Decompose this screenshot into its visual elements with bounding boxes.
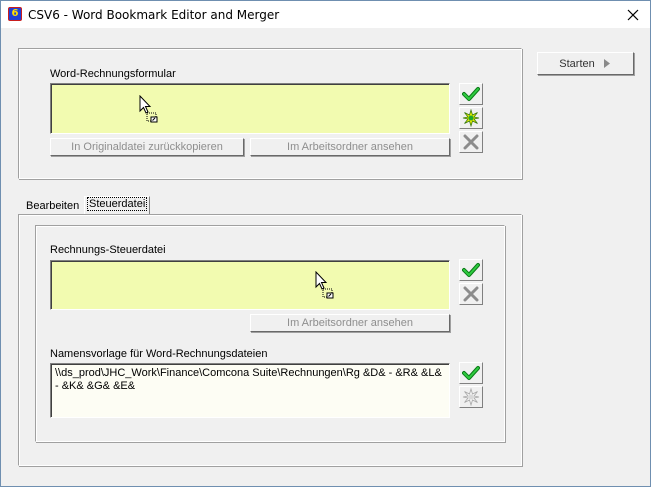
invoice-form-label: Word-Rechnungsformular xyxy=(50,68,176,80)
invoice-form-confirm-button[interactable] xyxy=(459,83,483,105)
invoice-form-new-button[interactable] xyxy=(459,107,483,129)
control-file-confirm-button[interactable] xyxy=(459,259,483,281)
invoice-form-delete-button[interactable] xyxy=(459,131,483,153)
delete-x-icon xyxy=(463,286,479,302)
name-template-field[interactable]: \\ds_prod\JHC_Work\Finance\Comcona Suite… xyxy=(50,363,450,418)
drag-cursor-icon xyxy=(139,95,158,123)
control-file-view-workdir-button[interactable]: Im Arbeitsordner ansehen xyxy=(250,314,450,332)
drag-cursor-icon xyxy=(315,271,334,299)
tab-steuerdatei-label: Steuerdatei xyxy=(86,197,148,211)
delete-x-icon xyxy=(463,134,479,150)
start-button-label: Starten xyxy=(559,57,595,70)
control-file-view-workdir-label: Im Arbeitsordner ansehen xyxy=(287,317,413,329)
invoice-form-drop-area[interactable] xyxy=(50,83,450,134)
main-window: 6 CSV6 - Word Bookmark Editor and Merger… xyxy=(0,0,651,487)
new-star-icon xyxy=(462,109,480,127)
invoice-form-view-workdir-label: Im Arbeitsordner ansehen xyxy=(287,141,413,153)
close-button[interactable] xyxy=(616,1,650,29)
title-bar: 6 CSV6 - Word Bookmark Editor and Merger xyxy=(1,1,650,29)
copy-back-button[interactable]: In Originaldatei zurückkopieren xyxy=(50,138,244,156)
check-icon xyxy=(462,87,480,101)
name-template-label: Namensvorlage für Word-Rechnungsdateien xyxy=(50,348,268,360)
tab-bearbeiten[interactable]: Bearbeiten xyxy=(26,200,79,212)
window-title: CSV6 - Word Bookmark Editor and Merger xyxy=(28,8,280,22)
control-file-label: Rechnungs-Steuerdatei xyxy=(50,244,166,256)
tab-bearbeiten-label: Bearbeiten xyxy=(26,200,80,212)
control-file-delete-button[interactable] xyxy=(459,283,483,305)
close-icon xyxy=(627,9,639,21)
name-template-new-button[interactable] xyxy=(459,386,483,408)
check-icon xyxy=(462,366,480,380)
invoice-form-view-workdir-button[interactable]: Im Arbeitsordner ansehen xyxy=(250,138,450,156)
new-star-icon xyxy=(462,388,480,406)
app-icon: 6 xyxy=(8,7,22,21)
play-arrow-icon xyxy=(603,59,610,68)
start-button[interactable]: Starten xyxy=(537,52,634,75)
tab-steuerdatei[interactable]: Steuerdatei xyxy=(84,196,151,215)
name-template-confirm-button[interactable] xyxy=(459,362,483,384)
control-file-drop-area[interactable] xyxy=(50,260,450,310)
check-icon xyxy=(462,263,480,277)
copy-back-button-label: In Originaldatei zurückkopieren xyxy=(71,141,223,153)
